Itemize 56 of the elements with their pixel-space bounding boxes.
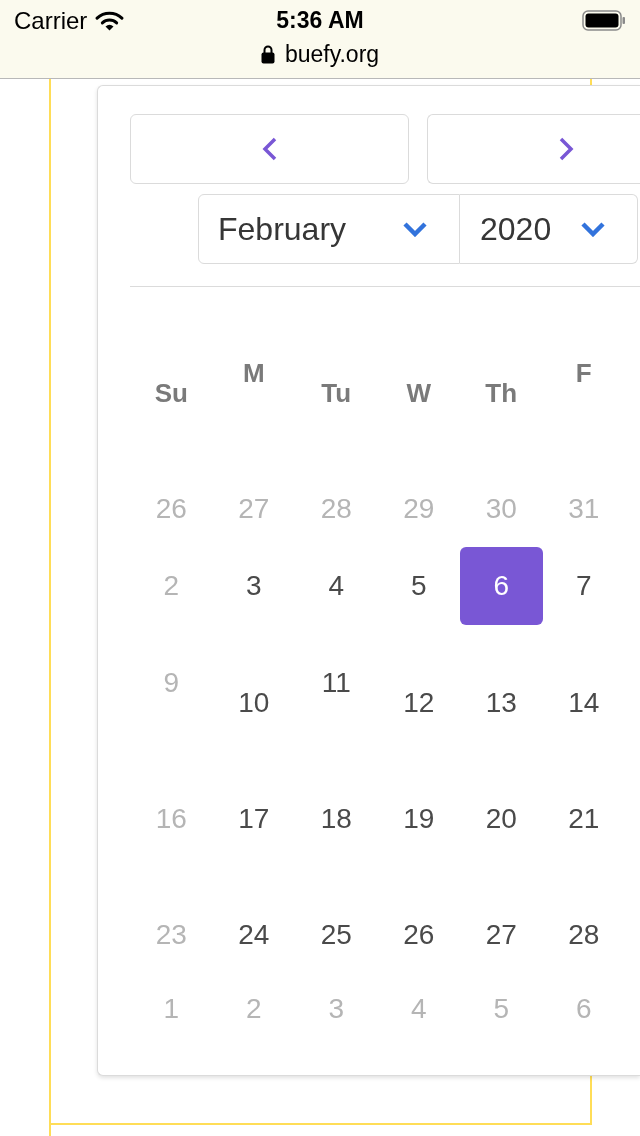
day-button: 1 bbox=[130, 974, 213, 1044]
day-button[interactable]: 20 bbox=[460, 780, 543, 858]
day-button: 9 bbox=[130, 644, 213, 722]
weekday-label: W bbox=[406, 378, 431, 408]
day-button: 5 bbox=[460, 974, 543, 1044]
weekday-label: Tu bbox=[321, 378, 352, 408]
day-button[interactable]: 13 bbox=[460, 664, 543, 742]
day-button: 30 bbox=[460, 471, 543, 547]
chevron-down-icon bbox=[580, 221, 606, 237]
day-button[interactable]: 12 bbox=[377, 664, 460, 742]
previous-month-button[interactable] bbox=[130, 114, 409, 184]
lock-icon bbox=[260, 44, 275, 64]
chevron-left-icon bbox=[261, 137, 278, 161]
day-button[interactable]: 11 bbox=[295, 644, 378, 722]
day-button: 16 bbox=[130, 780, 213, 858]
day-button[interactable]: 25 bbox=[295, 896, 378, 974]
weekday-label: F bbox=[575, 358, 592, 388]
day-button[interactable]: 19 bbox=[377, 780, 460, 858]
day-button: 2 bbox=[212, 974, 295, 1044]
weekday-label: M bbox=[242, 358, 265, 388]
wifi-icon bbox=[95, 10, 125, 31]
day-button[interactable]: 26 bbox=[377, 896, 460, 974]
day-button[interactable]: 27 bbox=[460, 896, 543, 974]
day-button: 4 bbox=[377, 974, 460, 1044]
weekday-label: Su bbox=[154, 378, 188, 408]
carrier-name: Carrier bbox=[14, 8, 88, 33]
day-button[interactable]: 5 bbox=[377, 547, 460, 625]
day-button[interactable]: 18 bbox=[295, 780, 378, 858]
day-button: 28 bbox=[295, 471, 378, 547]
day-button: 2 bbox=[130, 547, 213, 625]
chevron-right-icon bbox=[558, 137, 574, 161]
day-button: 23 bbox=[130, 896, 213, 974]
clock-time: 5:36 AM bbox=[276, 9, 364, 32]
weekday-label: Th bbox=[485, 378, 518, 408]
address-text[interactable]: buefy.org bbox=[284, 42, 380, 66]
day-button[interactable]: 7 bbox=[542, 547, 625, 625]
day-button[interactable]: 21 bbox=[542, 780, 625, 858]
day-button: 27 bbox=[212, 471, 295, 547]
next-month-button[interactable] bbox=[427, 114, 640, 184]
battery-icon bbox=[582, 10, 626, 31]
day-button: 6 bbox=[542, 974, 625, 1044]
day-button[interactable]: 28 bbox=[542, 896, 625, 974]
day-button: 26 bbox=[130, 471, 213, 547]
chevron-down-icon bbox=[402, 221, 428, 237]
day-button: 29 bbox=[377, 471, 460, 547]
year-select[interactable]: 2020 bbox=[460, 194, 638, 264]
day-button[interactable]: 4 bbox=[295, 547, 378, 625]
day-button[interactable]: 3 bbox=[212, 547, 295, 625]
day-button: 31 bbox=[542, 471, 625, 547]
day-button: 3 bbox=[295, 974, 378, 1044]
day-button[interactable]: 17 bbox=[212, 780, 295, 858]
day-button[interactable]: 14 bbox=[542, 664, 625, 742]
day-button[interactable]: 24 bbox=[212, 896, 295, 974]
day-button[interactable]: 6 bbox=[460, 547, 543, 625]
day-button[interactable]: 10 bbox=[212, 664, 295, 742]
month-select[interactable]: February bbox=[198, 194, 460, 264]
